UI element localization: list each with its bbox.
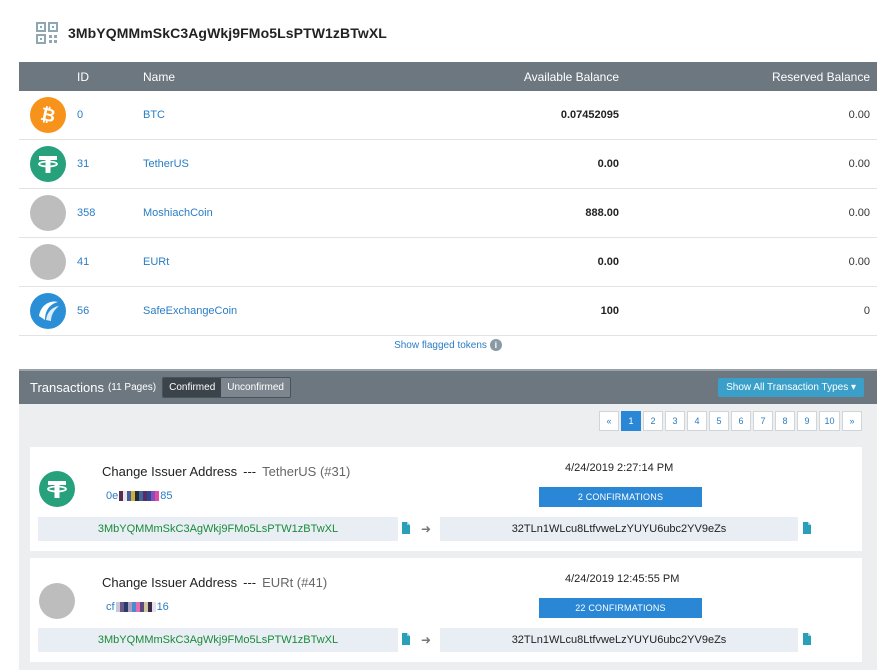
transaction-card: Change Issuer Address --- EURt (#41) cf 16… bbox=[30, 558, 862, 662]
placeholder-coin-icon bbox=[30, 195, 66, 231]
transaction-hash-link[interactable]: 0e 85 bbox=[106, 490, 173, 502]
to-address-link[interactable]: 32TLn1WLcu8LtfvweLzYUYU6ubc2YV9eZs bbox=[440, 517, 798, 541]
to-address-link[interactable]: 32TLn1WLcu8LtfvweLzYUYU6ubc2YV9eZs bbox=[440, 628, 798, 652]
token-id-link[interactable]: 31 bbox=[77, 158, 143, 170]
pagination: « 1 2 3 4 5 6 7 8 9 10 » bbox=[597, 411, 862, 431]
address-title: 3MbYQMMmSkC3AgWkj9FMo5LsPTW1zBTwXL bbox=[68, 25, 387, 41]
transactions-page-count: (11 Pages) bbox=[107, 382, 157, 393]
transaction-hash-link[interactable]: cf 16 bbox=[106, 601, 169, 613]
tab-unconfirmed[interactable]: Unconfirmed bbox=[221, 378, 290, 397]
placeholder-coin-icon bbox=[39, 583, 75, 619]
balances-header-row: ID Name Available Balance Reserved Balan… bbox=[19, 62, 877, 91]
pager-page-3[interactable]: 3 bbox=[665, 411, 685, 431]
from-address-link[interactable]: 3MbYQMMmSkC3AgWkj9FMo5LsPTW1zBTwXL bbox=[38, 517, 398, 541]
tether-icon bbox=[30, 146, 66, 182]
header-id: ID bbox=[77, 69, 89, 84]
pager-page-1[interactable]: 1 bbox=[621, 411, 641, 431]
qr-code-icon[interactable] bbox=[36, 22, 58, 44]
confirmation-filter: Confirmed Unconfirmed bbox=[162, 377, 291, 398]
transaction-token-link[interactable]: TetherUS (#31) bbox=[262, 464, 350, 479]
pager-page-10[interactable]: 10 bbox=[819, 411, 840, 431]
header-reserved-balance: Reserved Balance bbox=[771, 69, 870, 84]
transactions-toolbar: Transactions (11 Pages) Confirmed Unconf… bbox=[19, 371, 877, 404]
pager-page-7[interactable]: 7 bbox=[753, 411, 773, 431]
available-balance: 0.00 bbox=[597, 256, 619, 268]
hash-identicon bbox=[119, 491, 160, 501]
reserved-balance: 0.00 bbox=[848, 158, 870, 170]
transaction-card: Change Issuer Address --- TetherUS (#31) 0… bbox=[30, 447, 862, 551]
balance-row: 31 TetherUS 0.00 0.00 bbox=[19, 140, 877, 189]
show-flagged-tokens[interactable]: Show flagged tokens i bbox=[19, 339, 877, 351]
transactions-title: Transactions bbox=[30, 380, 104, 395]
info-icon[interactable]: i bbox=[489, 339, 502, 351]
bitcoin-icon: ₿ bbox=[30, 97, 66, 133]
token-name-link[interactable]: TetherUS bbox=[143, 158, 343, 170]
pager-page-4[interactable]: 4 bbox=[687, 411, 707, 431]
pager-page-8[interactable]: 8 bbox=[775, 411, 795, 431]
address-page: 3MbYQMMmSkC3AgWkj9FMo5LsPTW1zBTwXL ID Na… bbox=[0, 0, 884, 670]
show-all-transaction-types-dropdown[interactable]: Show All Transaction Types ▾ bbox=[718, 378, 864, 397]
hash-identicon bbox=[115, 602, 156, 612]
show-flagged-tokens-link[interactable]: Show flagged tokens bbox=[394, 340, 487, 351]
balance-row: 358 MoshiachCoin 888.00 0.00 bbox=[19, 189, 877, 238]
copy-icon[interactable] bbox=[401, 522, 411, 534]
reserved-balance: 0.00 bbox=[848, 109, 870, 121]
address-header: 3MbYQMMmSkC3AgWkj9FMo5LsPTW1zBTwXL bbox=[36, 20, 387, 46]
pager-page-9[interactable]: 9 bbox=[797, 411, 817, 431]
hash-color-block bbox=[155, 491, 160, 501]
arrow-right-icon: ➜ bbox=[421, 633, 432, 647]
token-name-link[interactable]: BTC bbox=[143, 109, 343, 121]
token-id-link[interactable]: 41 bbox=[77, 256, 143, 268]
balance-row: 56 SafeExchangeCoin 100 0 bbox=[19, 287, 877, 336]
from-address-link[interactable]: 3MbYQMMmSkC3AgWkj9FMo5LsPTW1zBTwXL bbox=[38, 628, 398, 652]
safeexchange-coin-icon bbox=[30, 293, 66, 329]
confirmations-badge: 2 CONFIRMATIONS bbox=[539, 487, 702, 507]
available-balance: 0.07452095 bbox=[560, 109, 619, 121]
token-name-link[interactable]: SafeExchangeCoin bbox=[143, 305, 343, 317]
available-balance: 0.00 bbox=[597, 158, 619, 170]
arrow-right-icon: ➜ bbox=[421, 522, 432, 536]
tab-confirmed[interactable]: Confirmed bbox=[163, 378, 222, 397]
pager-page-5[interactable]: 5 bbox=[709, 411, 729, 431]
token-id-link[interactable]: 56 bbox=[77, 305, 143, 317]
transaction-time: 4/24/2019 12:45:55 PM bbox=[565, 573, 680, 585]
balance-row: 41 EURt 0.00 0.00 bbox=[19, 238, 877, 287]
reserved-balance: 0.00 bbox=[848, 207, 870, 219]
copy-icon[interactable] bbox=[802, 633, 812, 645]
transaction-time: 4/24/2019 2:27:14 PM bbox=[565, 462, 674, 474]
pager-page-2[interactable]: 2 bbox=[643, 411, 663, 431]
transaction-type: Change Issuer Address --- TetherUS (#31) bbox=[102, 464, 351, 479]
transaction-token-link[interactable]: EURt (#41) bbox=[262, 575, 327, 590]
balance-row: ₿ 0 BTC 0.07452095 0.00 bbox=[19, 91, 877, 140]
token-id-link[interactable]: 0 bbox=[77, 109, 143, 121]
transaction-type: Change Issuer Address --- EURt (#41) bbox=[102, 575, 328, 590]
reserved-balance: 0.00 bbox=[848, 256, 870, 268]
balances-table: ID Name Available Balance Reserved Balan… bbox=[19, 62, 877, 351]
confirmations-badge: 22 CONFIRMATIONS bbox=[539, 598, 702, 618]
header-name: Name bbox=[143, 69, 176, 84]
reserved-balance: 0 bbox=[863, 305, 870, 317]
token-name-link[interactable]: MoshiachCoin bbox=[143, 207, 343, 219]
placeholder-coin-icon bbox=[30, 244, 66, 280]
hash-color-block bbox=[151, 602, 156, 612]
transactions-panel: Transactions (11 Pages) Confirmed Unconf… bbox=[19, 369, 877, 670]
pager-page-6[interactable]: 6 bbox=[731, 411, 751, 431]
header-available-balance: Available Balance bbox=[523, 69, 619, 84]
copy-icon[interactable] bbox=[802, 522, 812, 534]
tether-icon bbox=[39, 471, 75, 507]
available-balance: 100 bbox=[600, 305, 619, 317]
pager-prev[interactable]: « bbox=[599, 411, 619, 431]
copy-icon[interactable] bbox=[401, 633, 411, 645]
token-name-link[interactable]: EURt bbox=[143, 256, 343, 268]
available-balance: 888.00 bbox=[585, 207, 619, 219]
token-id-link[interactable]: 358 bbox=[77, 207, 143, 219]
pager-next[interactable]: » bbox=[842, 411, 862, 431]
svg-text:₿: ₿ bbox=[39, 104, 58, 126]
